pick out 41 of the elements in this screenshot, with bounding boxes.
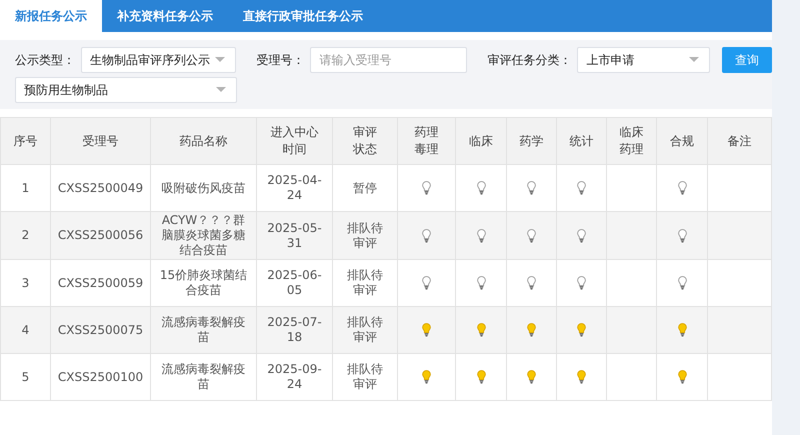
caret-icon [216, 87, 226, 93]
table-cell: 排队待审评 [332, 354, 398, 400]
column-header: 药学 [506, 118, 556, 164]
table-cell: 5 [0, 354, 50, 400]
table-cell: 2025-05-31 [256, 212, 332, 260]
column-header: 备注 [708, 118, 772, 164]
category-dropdown[interactable]: 生物制品审评序列公示 [81, 47, 236, 73]
table-cell: ACYW？？？群脑膜炎球菌多糖结合疫苗 [150, 212, 256, 260]
table-cell: CXSS2500100 [50, 354, 150, 400]
tab[interactable]: 补充资料任务公示 [102, 0, 228, 32]
table-cell: 2025-07-18 [256, 306, 332, 354]
column-header: 统计 [556, 118, 606, 164]
table-cell: 排队待审评 [332, 212, 398, 260]
column-header: 药品名称 [150, 118, 256, 164]
table-cell: CXSS2500056 [50, 212, 150, 260]
column-header: 受理号 [50, 118, 150, 164]
acceptance-number-field[interactable]: 请输入受理号 [310, 47, 468, 73]
column-header: 临床 [456, 118, 506, 164]
table-cell: 4 [0, 306, 50, 354]
table-cell: 2025-09-24 [256, 354, 332, 400]
filter-label: 公示类型： [15, 52, 75, 68]
table-cell: CXSS2500075 [50, 306, 150, 354]
table-cell: 排队待审评 [332, 306, 398, 354]
filter-label: 受理号： [256, 52, 304, 68]
column-header: 临床药理 [606, 118, 656, 164]
column-header: 审评状态 [332, 118, 398, 164]
column-header: 进入中心时间 [256, 118, 332, 164]
tab[interactable]: 新报任务公示 [0, 0, 102, 32]
query-button[interactable]: 查询 [722, 47, 772, 73]
caret-icon [689, 57, 700, 63]
table-cell: 流感病毒裂解疫苗 [150, 354, 256, 400]
column-header: 序号 [0, 118, 50, 164]
caret-icon [215, 57, 226, 63]
task-type-dropdown[interactable]: 上市申请 [577, 47, 710, 73]
column-header: 合规 [656, 118, 708, 164]
filter-label: 审评任务分类： [487, 52, 572, 68]
subcategory-dropdown[interactable]: 预防用生物制品 [15, 77, 237, 103]
table-cell: 流感病毒裂解疫苗 [150, 306, 256, 354]
tab[interactable]: 直接行政审批任务公示 [228, 0, 378, 32]
table-cell: 2 [0, 212, 50, 260]
column-header: 药理毒理 [398, 118, 456, 164]
